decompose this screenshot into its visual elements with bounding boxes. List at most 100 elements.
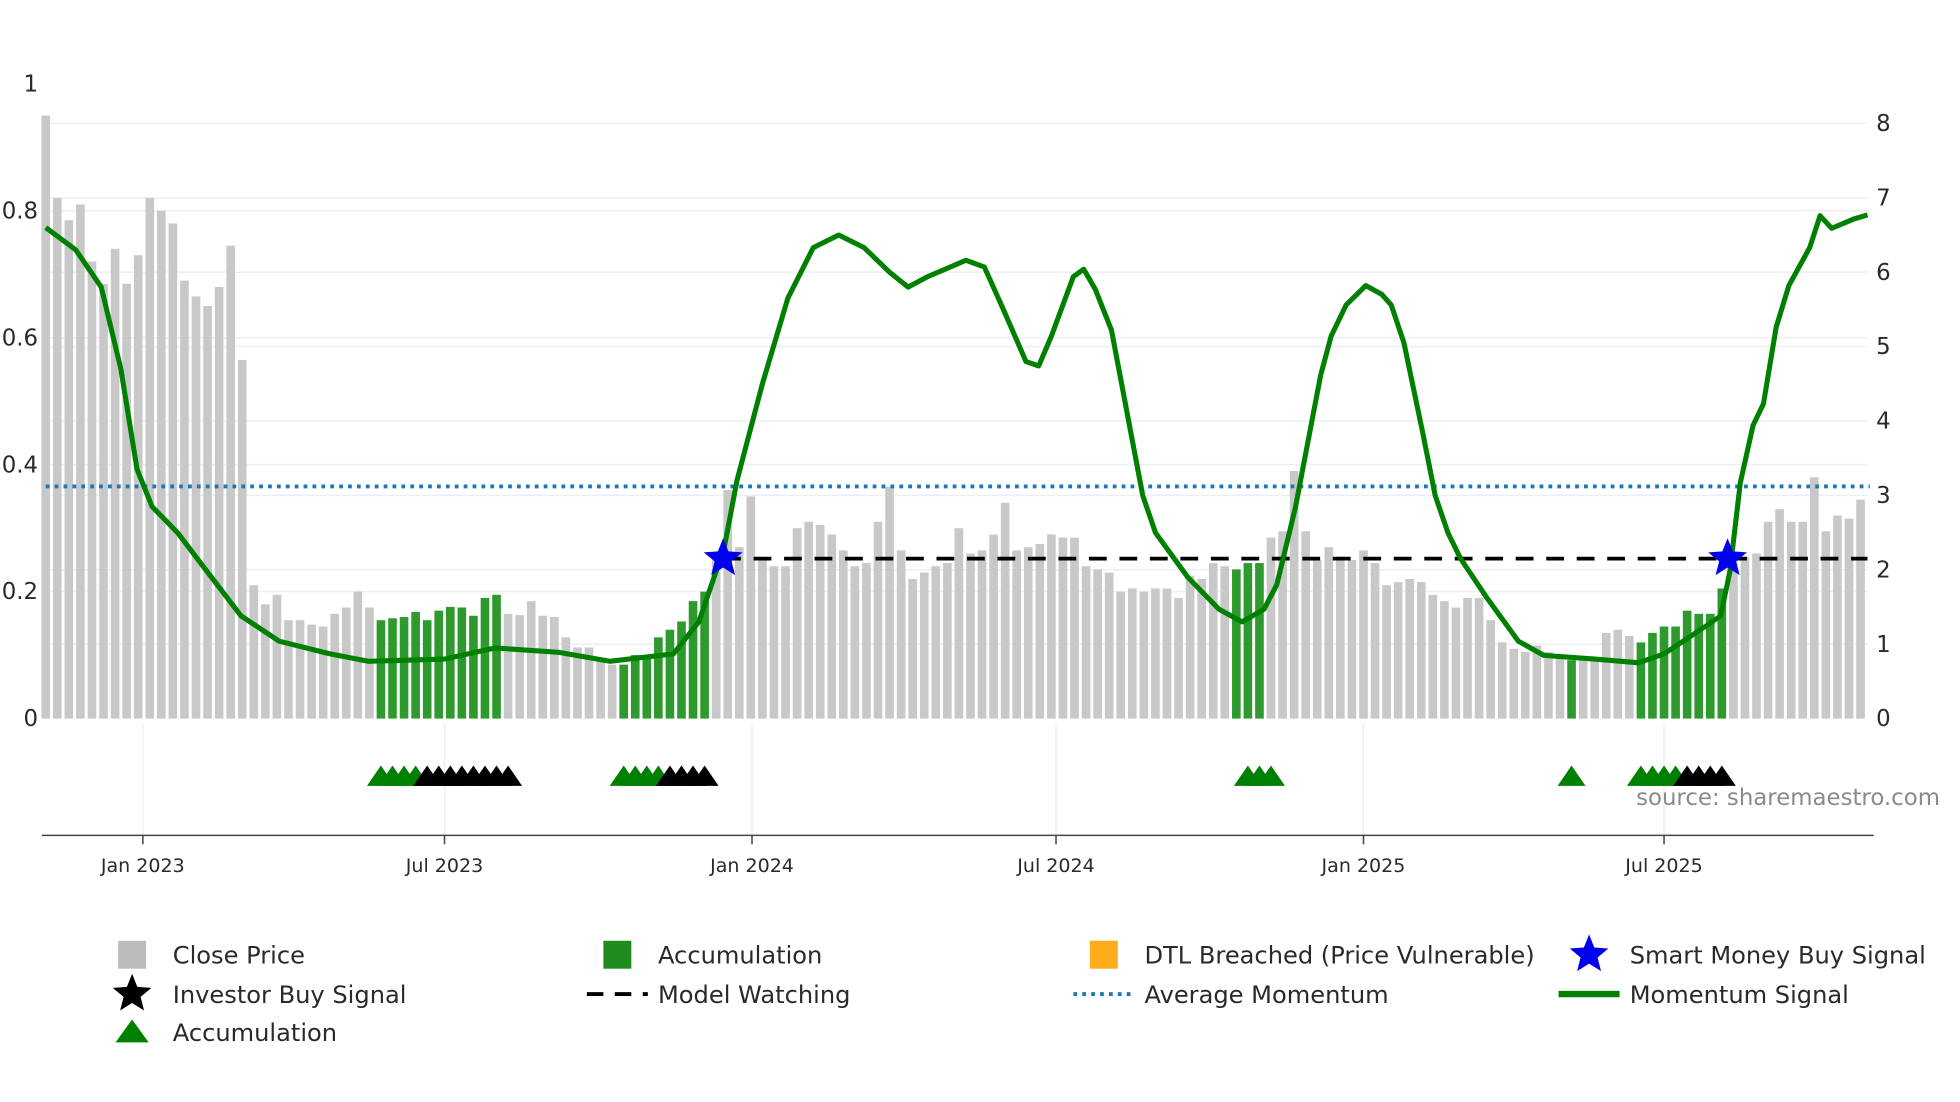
legend-label: Model Watching: [658, 981, 850, 1009]
close-price-bar: [318, 626, 328, 719]
legend-item[interactable]: Close Price: [118, 940, 305, 970]
right-tick-label: 1: [1876, 632, 1891, 658]
close-price-bar: [1555, 655, 1565, 719]
legend-star-icon: [1569, 934, 1609, 972]
close-price-bar: [1000, 502, 1010, 719]
close-price-bar: [1833, 515, 1842, 719]
accumulation-bar: [422, 620, 432, 719]
close-price-bar: [1104, 572, 1114, 719]
close-price-bar: [1139, 591, 1149, 719]
close-price-bar: [1058, 537, 1068, 719]
close-price-bar: [1497, 642, 1507, 719]
legend-square-icon: [1089, 940, 1118, 969]
close-price-bar: [1081, 566, 1091, 719]
accumulation-bar: [630, 655, 640, 719]
close-price-bar: [1775, 509, 1784, 719]
close-price-bar: [1405, 578, 1415, 719]
legend-label: DTL Breached (Price Vulnerable): [1144, 942, 1534, 970]
legend-item[interactable]: Accumulation: [115, 1019, 337, 1047]
close-price-bar: [1463, 597, 1472, 719]
close-price-bar: [214, 286, 224, 719]
close-price-bar: [1740, 556, 1750, 719]
close-price-bar: [977, 550, 987, 719]
left-tick-label: 0.4: [2, 452, 38, 478]
legend: Close Price Accumulation DTL Breached (Pri…: [112, 934, 1926, 1047]
accumulation-bar: [445, 606, 455, 719]
x-tick-label: Jan 2023: [100, 855, 185, 877]
close-price-bar: [827, 534, 837, 719]
close-price-bar: [896, 550, 906, 719]
close-price-bar: [1012, 550, 1022, 719]
right-tick-label: 7: [1876, 185, 1891, 211]
legend-item[interactable]: DTL Breached (Price Vulnerable): [1089, 940, 1535, 970]
close-price-bar: [1116, 591, 1126, 719]
momentum-chart: Jan 2023 Jul 2023 Jan 2024 Jul 2024 Jan 2025…: [2, 71, 1940, 1047]
legend-label: Smart Money Buy Signal: [1630, 942, 1926, 970]
close-price-bar: [1625, 636, 1634, 719]
close-price-bar: [1070, 537, 1079, 719]
close-price-bar: [1208, 563, 1218, 719]
close-price-bar: [1486, 620, 1495, 719]
legend-star-icon: [112, 973, 152, 1011]
close-price-bar: [1544, 651, 1553, 719]
accumulation-bar: [1567, 660, 1576, 719]
close-price-bar: [1162, 588, 1172, 719]
accumulation-bar: [642, 655, 652, 719]
close-price-bar: [226, 245, 235, 719]
left-tick-label: 0: [24, 706, 39, 732]
close-price-bar: [850, 566, 860, 719]
close-price-bar: [503, 613, 513, 719]
legend-item[interactable]: Model Watching: [586, 981, 851, 1009]
close-price-bar: [191, 296, 201, 719]
close-price-bar: [1151, 588, 1160, 719]
close-price-bar: [931, 566, 941, 719]
legend-item[interactable]: Investor Buy Signal: [112, 973, 407, 1011]
accumulation-bar: [469, 615, 478, 719]
close-price-bar: [1336, 556, 1345, 719]
close-price-bar: [769, 566, 779, 719]
legend-square-icon: [118, 940, 147, 969]
right-tick-label: 2: [1876, 557, 1891, 583]
left-tick-label: 0.8: [2, 198, 38, 224]
close-price-bar: [526, 601, 536, 719]
accumulation-bar: [457, 607, 467, 719]
close-price-bar: [966, 553, 975, 719]
accumulation-bar: [665, 629, 675, 719]
close-price-bar: [746, 496, 756, 719]
accumulation-bar: [411, 611, 420, 719]
close-price-bar: [122, 283, 131, 719]
legend-label: Close Price: [173, 942, 305, 970]
legend-label: Investor Buy Signal: [173, 981, 407, 1009]
x-tick-label: Jul 2023: [405, 855, 483, 877]
close-price-bar: [1035, 544, 1045, 719]
legend-item[interactable]: Accumulation: [603, 940, 822, 970]
close-price-bar: [1440, 601, 1449, 719]
close-price-bar: [885, 486, 894, 719]
close-price-bar: [1382, 585, 1391, 719]
accumulation-bar: [388, 618, 397, 719]
close-price-bar: [272, 594, 282, 719]
close-price-bar: [76, 204, 85, 719]
close-price-bar: [954, 528, 964, 719]
close-price-bar: [607, 664, 617, 719]
accumulation-bar: [1636, 642, 1646, 719]
close-price-bar: [919, 572, 929, 719]
close-price-bar: [758, 559, 767, 719]
close-price-bar: [550, 617, 559, 719]
close-price-bar: [1752, 553, 1761, 719]
close-price-bar: [353, 591, 363, 719]
close-price-bar: [1521, 651, 1530, 719]
x-tick-label: Jan 2025: [1321, 855, 1406, 877]
close-price-bar: [1601, 632, 1611, 719]
close-price-bar: [52, 198, 62, 719]
legend-item[interactable]: Smart Money Buy Signal: [1569, 934, 1926, 972]
legend-item[interactable]: Momentum Signal: [1558, 981, 1849, 1009]
legend-item[interactable]: Average Momentum: [1073, 981, 1389, 1009]
close-price-bar: [41, 115, 51, 719]
accumulation-bar: [654, 637, 663, 719]
close-price-bar: [1786, 521, 1796, 719]
close-price-bar: [734, 547, 744, 719]
close-price-bar: [561, 637, 571, 719]
accumulation-bar: [1648, 632, 1657, 719]
accumulation-bar: [1705, 613, 1715, 719]
